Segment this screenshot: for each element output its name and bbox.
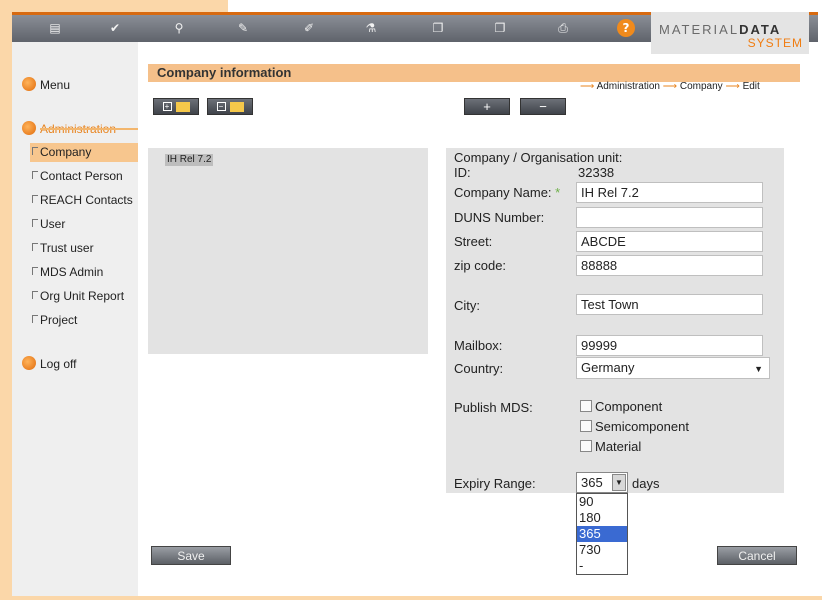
sidebar-item-mds-admin[interactable]: MDS Admin xyxy=(30,263,138,282)
publish-component-option[interactable]: Component xyxy=(580,399,662,414)
sidebar-item-company[interactable]: Company xyxy=(30,143,138,162)
breadcrumb-administration[interactable]: Administration xyxy=(597,81,660,92)
brand-logo: MATERIALDATA SYSTEM xyxy=(651,12,809,54)
street-field[interactable]: ABCDE xyxy=(576,231,763,252)
divider xyxy=(40,128,138,130)
page-title: Company information xyxy=(157,65,292,80)
city-label: City: xyxy=(454,298,480,313)
expand-tree-button[interactable]: + xyxy=(153,98,199,115)
logoff-bullet-icon xyxy=(22,356,36,370)
zip-field[interactable]: 88888 xyxy=(576,255,763,276)
frame-top xyxy=(0,0,228,12)
org-unit-label: Company / Organisation unit: xyxy=(454,150,623,165)
sidebar-item-org-unit-report[interactable]: Org Unit Report xyxy=(30,287,138,306)
save-icon[interactable]: ▤ xyxy=(45,19,65,37)
expiry-label: Expiry Range: xyxy=(454,476,536,491)
folder-open-icon xyxy=(175,102,190,112)
publish-semicomponent-option[interactable]: Semicomponent xyxy=(580,419,689,434)
expiry-option-180[interactable]: 180 xyxy=(577,510,627,526)
sidebar-item-project[interactable]: Project xyxy=(30,311,138,330)
sidebar-item-contact-person[interactable]: Contact Person xyxy=(30,167,138,186)
tree-node[interactable]: IH Rel 7.2 xyxy=(165,154,214,166)
frame-left xyxy=(0,0,12,600)
duns-field[interactable] xyxy=(576,207,763,228)
help-icon[interactable]: ? xyxy=(617,19,635,37)
page-title-bar: Company information xyxy=(148,64,800,82)
expiry-dropdown: 90 180 365 730 - xyxy=(576,493,628,575)
sidebar-item-trust-user[interactable]: Trust user xyxy=(30,239,138,258)
search-icon[interactable]: ⚲ xyxy=(169,19,189,37)
breadcrumb-edit: Edit xyxy=(742,81,760,92)
remove-button[interactable]: − xyxy=(520,98,566,115)
mailbox-label: Mailbox: xyxy=(454,338,503,353)
duns-label: DUNS Number: xyxy=(454,210,545,225)
expiry-select[interactable]: 365 ▼ xyxy=(576,472,628,493)
frame-bottom xyxy=(0,596,822,600)
country-label: Country: xyxy=(454,361,504,376)
id-value: 32338 xyxy=(578,165,615,180)
expiry-option-730[interactable]: 730 xyxy=(577,542,627,558)
arrow-icon: ⟶ xyxy=(580,81,595,92)
save-button[interactable]: Save xyxy=(151,546,231,565)
expand-icon: + xyxy=(162,102,172,111)
mailbox-field[interactable]: 99999 xyxy=(576,335,763,356)
sidebar: Menu Administration Company Contact Pers… xyxy=(12,42,138,596)
required-marker: * xyxy=(555,185,561,200)
pencil-icon[interactable]: ✐ xyxy=(299,19,319,37)
collapse-tree-button[interactable]: − xyxy=(207,98,253,115)
publish-material-option[interactable]: Material xyxy=(580,439,641,454)
sidebar-menu[interactable]: Menu xyxy=(22,77,70,92)
material-checkbox[interactable] xyxy=(580,440,592,452)
copy-icon[interactable]: ❐ xyxy=(428,19,448,37)
expiry-option-90[interactable]: 90 xyxy=(577,494,627,510)
company-name-field[interactable]: IH Rel 7.2 xyxy=(576,182,763,203)
arrow-icon: ⟶ xyxy=(662,81,678,92)
country-select[interactable]: Germany ▼ xyxy=(576,357,770,379)
expiry-option-none[interactable]: - xyxy=(577,558,627,574)
publish-label: Publish MDS: xyxy=(454,400,533,415)
menu-bullet-icon xyxy=(22,77,36,91)
flask-icon[interactable]: ⚗ xyxy=(361,19,381,37)
arrow-icon: ⟶ xyxy=(725,81,740,92)
check-icon[interactable]: ✔ xyxy=(105,19,125,37)
collapse-icon: − xyxy=(216,102,226,111)
chevron-down-icon[interactable]: ▼ xyxy=(612,474,626,491)
print-icon[interactable]: ⎙ xyxy=(553,19,573,37)
expiry-option-365[interactable]: 365 xyxy=(577,526,627,542)
zip-label: zip code: xyxy=(454,258,507,273)
folder-icon xyxy=(229,102,244,112)
semicomponent-checkbox[interactable] xyxy=(580,420,592,432)
company-name-label: Company Name: * xyxy=(454,185,561,200)
street-label: Street: xyxy=(454,234,493,249)
paste-icon[interactable]: ❐ xyxy=(490,19,510,37)
city-field[interactable]: Test Town xyxy=(576,294,763,315)
company-tree: IH Rel 7.2 xyxy=(148,148,428,354)
sidebar-item-reach-contacts[interactable]: REACH Contacts xyxy=(30,191,138,210)
cancel-button[interactable]: Cancel xyxy=(717,546,797,565)
chevron-down-icon: ▼ xyxy=(754,364,763,374)
breadcrumb-company[interactable]: Company xyxy=(680,81,723,92)
edit-icon[interactable]: ✎ xyxy=(233,19,253,37)
administration-bullet-icon xyxy=(22,121,36,135)
add-button[interactable]: + xyxy=(464,98,510,115)
component-checkbox[interactable] xyxy=(580,400,592,412)
expiry-unit: days xyxy=(632,476,660,491)
sidebar-logoff[interactable]: Log off xyxy=(22,356,76,371)
id-label: ID: xyxy=(454,165,471,180)
breadcrumb: ⟶ Administration ⟶ Company ⟶ Edit xyxy=(580,81,760,92)
sidebar-item-user[interactable]: User xyxy=(30,215,138,234)
